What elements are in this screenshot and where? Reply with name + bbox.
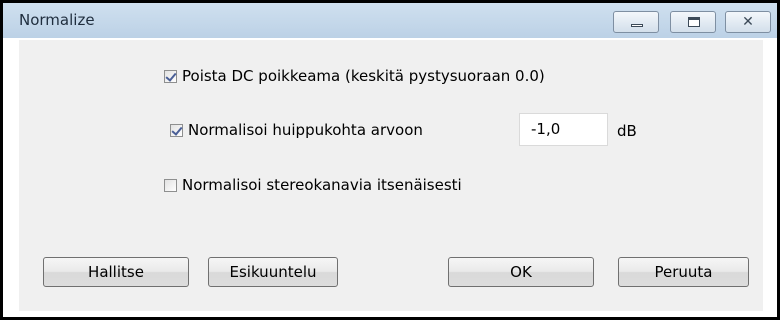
minimize-icon <box>631 24 643 27</box>
normalize-dialog: Normalize ✕ Poista DC poikkeama (keskitä… <box>0 0 780 320</box>
normalize-peak-label: Normalisoi huippukohta arvoon <box>188 121 423 139</box>
minimize-button[interactable] <box>613 11 659 33</box>
normalize-peak-option[interactable]: Normalisoi huippukohta arvoon <box>170 121 423 139</box>
remove-dc-checkbox[interactable] <box>164 69 177 83</box>
peak-level-unit: dB <box>617 122 637 140</box>
stereo-independent-option[interactable]: Normalisoi stereokanavia itsenäisesti <box>164 176 462 194</box>
preview-button[interactable]: Esikuuntelu <box>208 257 338 287</box>
dialog-content: Poista DC poikkeama (keskitä pystysuoraa… <box>19 40 763 311</box>
ok-button[interactable]: OK <box>448 257 594 287</box>
stereo-independent-checkbox[interactable] <box>164 178 177 192</box>
window-title: Normalize <box>19 11 95 29</box>
stereo-independent-label: Normalisoi stereokanavia itsenäisesti <box>182 176 462 194</box>
close-button[interactable]: ✕ <box>725 11 771 33</box>
close-icon: ✕ <box>742 14 754 30</box>
normalize-peak-checkbox[interactable] <box>170 123 183 137</box>
title-bar[interactable]: Normalize ✕ <box>3 3 777 38</box>
maximize-button[interactable] <box>670 11 716 33</box>
maximize-icon <box>688 17 700 27</box>
remove-dc-option[interactable]: Poista DC poikkeama (keskitä pystysuoraa… <box>164 67 545 85</box>
cancel-button[interactable]: Peruuta <box>618 257 749 287</box>
peak-level-input[interactable]: -1,0 <box>519 113 608 146</box>
remove-dc-label: Poista DC poikkeama (keskitä pystysuoraa… <box>182 67 545 85</box>
manage-button[interactable]: Hallitse <box>43 257 189 287</box>
